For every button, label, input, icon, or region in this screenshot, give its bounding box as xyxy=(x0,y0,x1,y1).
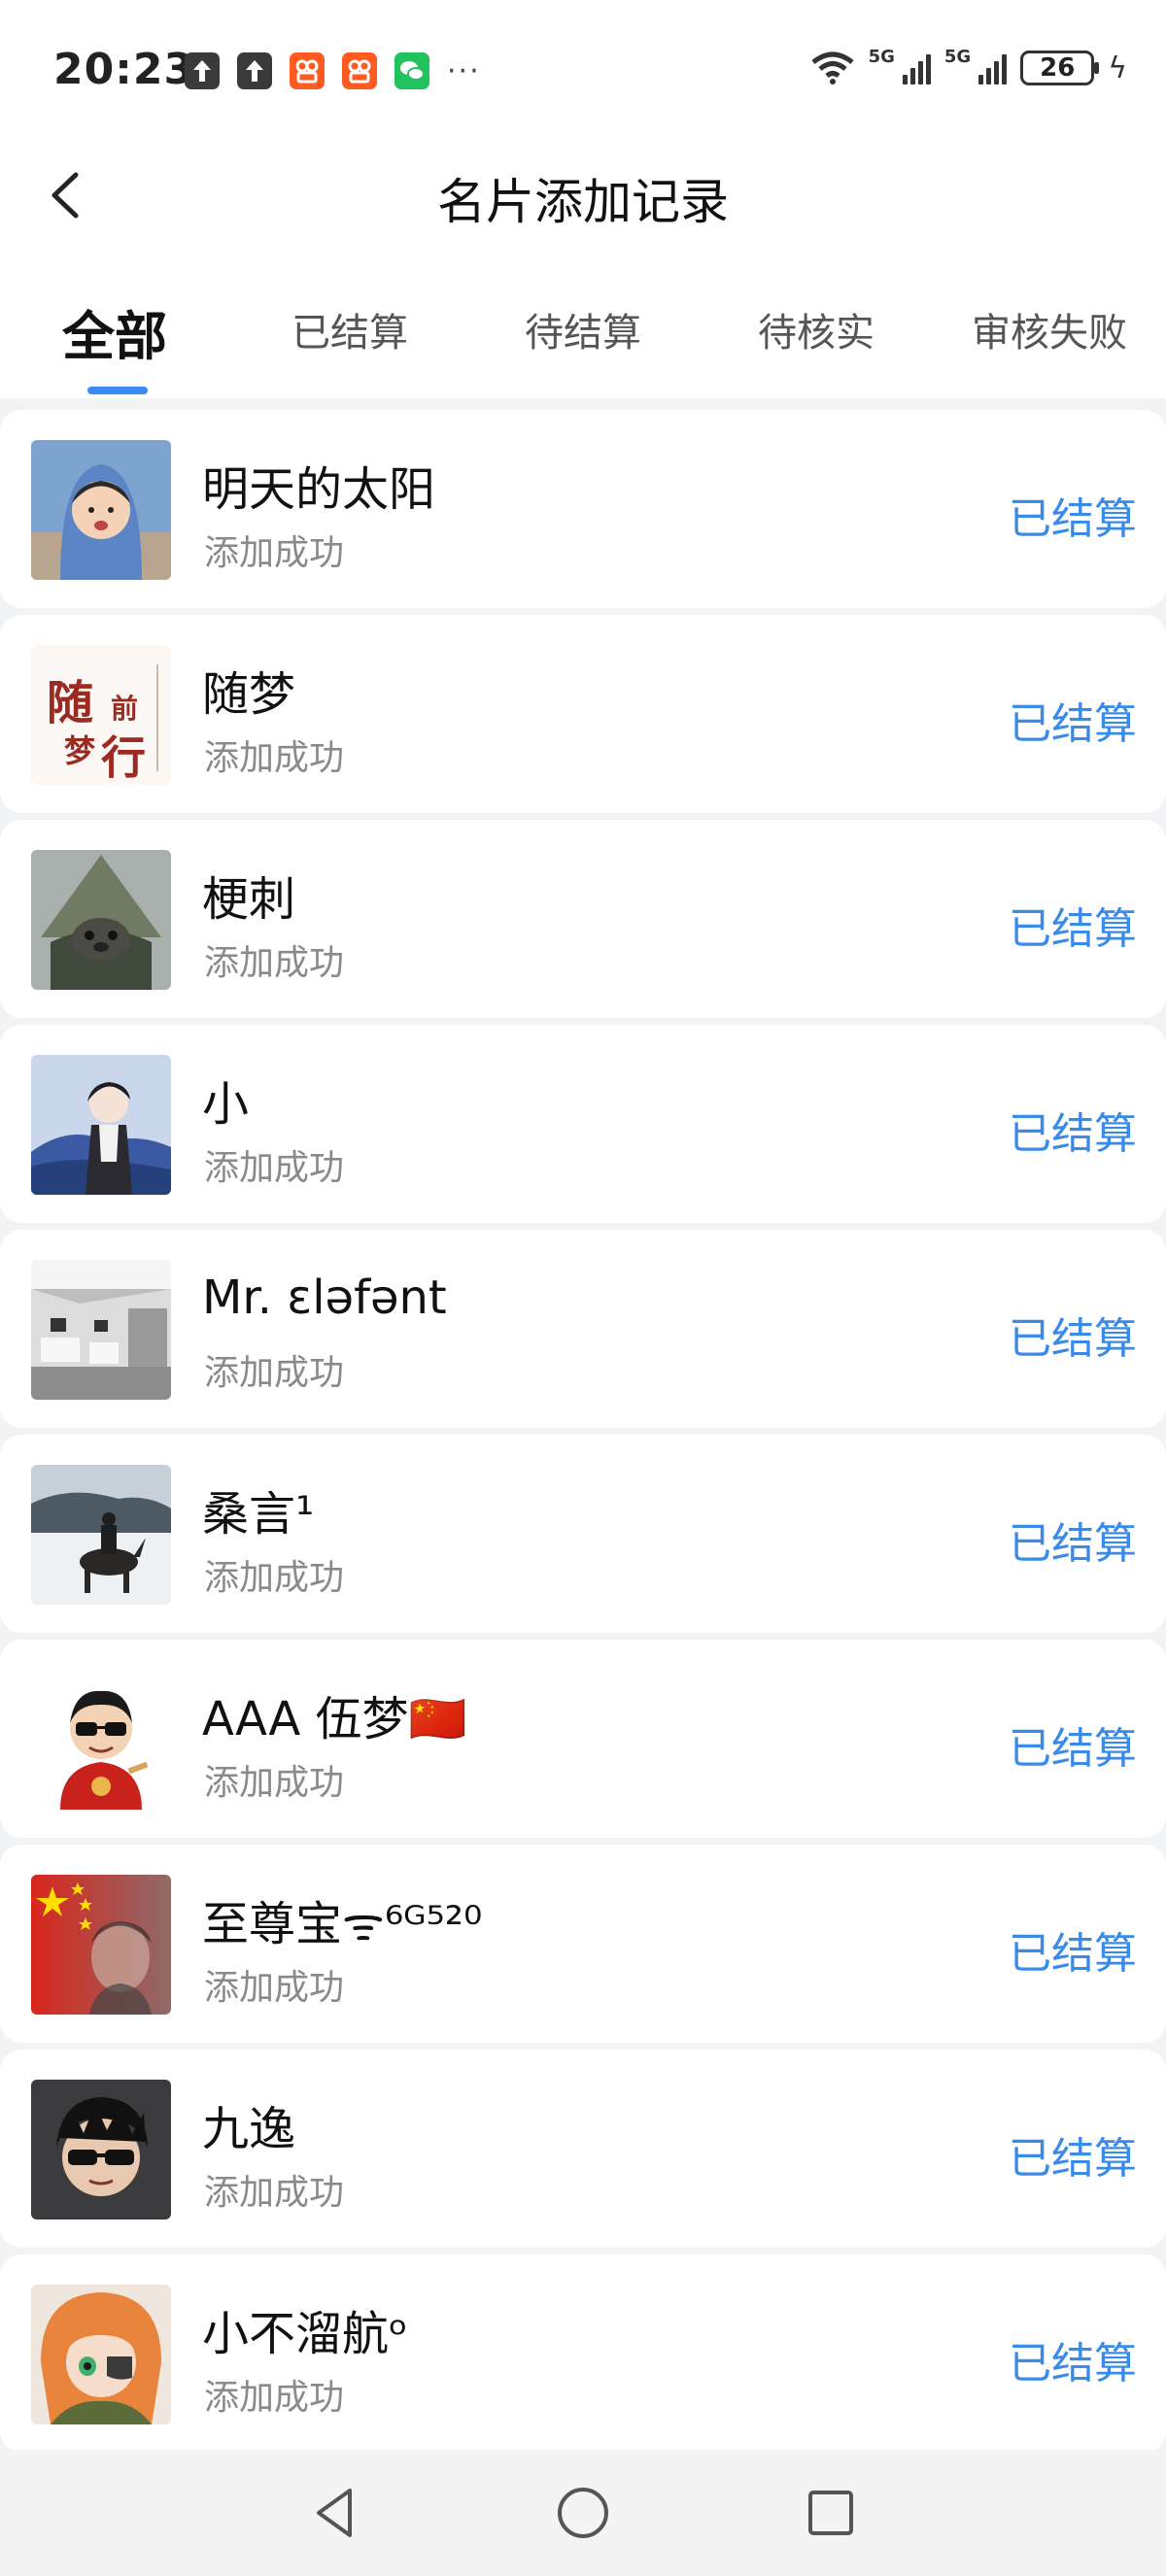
status-time: 20:23 xyxy=(53,45,195,94)
settlement-status: 已结算 xyxy=(1009,699,1137,749)
header: 名片添加记录 xyxy=(0,146,1166,243)
contact-name: 至尊宝ᯤ⁶ᴳ⁵²⁰ xyxy=(202,1897,483,1951)
avatar-calligraphy: 行 xyxy=(101,731,146,784)
tab-all[interactable]: 全部 xyxy=(62,293,167,370)
avatar xyxy=(31,1260,171,1400)
settlement-status: 已结算 xyxy=(1009,904,1137,954)
signal-icon xyxy=(902,51,931,85)
notification-icons: ··· xyxy=(185,52,481,89)
tab-pending-verification[interactable]: 待核实 xyxy=(758,301,874,357)
list-item[interactable]: 明天的太阳 添加成功 已结算 xyxy=(0,410,1166,608)
add-status: 添加成功 xyxy=(204,1558,345,1598)
add-status: 添加成功 xyxy=(204,943,345,983)
list-item[interactable]: 九逸 添加成功 已结算 xyxy=(0,2050,1166,2248)
more-notifications-icon: ··· xyxy=(447,53,481,88)
settlement-status: 已结算 xyxy=(1009,494,1137,544)
settlement-status: 已结算 xyxy=(1009,1724,1137,1774)
contact-name: Mr. ɛləfənt xyxy=(202,1271,447,1325)
add-status: 添加成功 xyxy=(204,1148,345,1188)
list-item[interactable]: 小不溜航ᵒ 添加成功 已结算 xyxy=(0,2254,1166,2453)
battery-icon: 26 xyxy=(1020,51,1100,85)
add-status: 添加成功 xyxy=(204,2378,345,2418)
contact-name: 随梦 xyxy=(202,667,296,722)
wechat-icon xyxy=(394,52,429,89)
add-status: 添加成功 xyxy=(204,1763,345,1803)
contact-name: AAA 伍梦🇨🇳 xyxy=(202,1692,467,1746)
avatar xyxy=(31,1670,171,1810)
contact-name: 桑言¹ xyxy=(202,1487,315,1542)
list-item[interactable]: 桑言¹ 添加成功 已结算 xyxy=(0,1435,1166,1633)
list-item[interactable]: 至尊宝ᯤ⁶ᴳ⁵²⁰ 添加成功 已结算 xyxy=(0,1845,1166,2043)
active-tab-indicator xyxy=(87,387,148,394)
settlement-status: 已结算 xyxy=(1009,1929,1137,1979)
settlement-status: 已结算 xyxy=(1009,2134,1137,2184)
nav-recents-button[interactable] xyxy=(797,2479,865,2547)
avatar xyxy=(31,1465,171,1605)
avatar xyxy=(31,2285,171,2424)
settlement-status: 已结算 xyxy=(1009,2339,1137,2389)
list-item[interactable]: Mr. ɛləfənt 添加成功 已结算 xyxy=(0,1230,1166,1428)
avatar xyxy=(31,1875,171,2015)
system-icons: 5G 5G 26 ϟ xyxy=(810,47,1127,85)
list-item[interactable]: 梗刺 添加成功 已结算 xyxy=(0,820,1166,1018)
list-item[interactable]: 小 添加成功 已结算 xyxy=(0,1025,1166,1223)
contact-name: 小 xyxy=(202,1077,250,1132)
settlement-status: 已结算 xyxy=(1009,1109,1137,1159)
network-type-label: 5G xyxy=(868,46,895,67)
add-status: 添加成功 xyxy=(204,1968,345,2008)
upload-icon xyxy=(185,52,220,89)
list-item[interactable]: AAA 伍梦🇨🇳 添加成功 已结算 xyxy=(0,1640,1166,1838)
add-status: 添加成功 xyxy=(204,533,345,573)
status-bar: 20:23 ··· 5G 5G 26 ϟ xyxy=(0,0,1166,146)
contact-name: 明天的太阳 xyxy=(202,462,436,517)
list-item[interactable]: 随 前 梦 行 随梦 添加成功 已结算 xyxy=(0,615,1166,813)
wifi-icon xyxy=(811,51,854,85)
add-status: 添加成功 xyxy=(204,2173,345,2213)
system-nav-bar xyxy=(0,2450,1166,2576)
avatar xyxy=(31,2080,171,2220)
add-status: 添加成功 xyxy=(204,738,345,778)
kuaishou-icon xyxy=(342,52,377,89)
filter-tabs: 全部 已结算 待结算 待核实 审核失败 xyxy=(0,243,1166,398)
contact-name: 小不溜航ᵒ xyxy=(202,2307,408,2361)
page-title: 名片添加记录 xyxy=(437,174,729,230)
avatar-calligraphy: 梦 xyxy=(64,732,96,769)
recents-square-icon xyxy=(808,2491,853,2535)
network-type-label: 5G xyxy=(943,46,972,67)
back-triangle-icon xyxy=(317,2489,352,2537)
add-status: 添加成功 xyxy=(204,1353,345,1393)
tab-settled[interactable]: 已结算 xyxy=(292,301,408,357)
charging-icon: ϟ xyxy=(1108,51,1127,85)
avatar-calligraphy: 随 xyxy=(47,676,94,730)
contact-name: 九逸 xyxy=(202,2102,296,2156)
upload-icon xyxy=(237,52,272,89)
settlement-status: 已结算 xyxy=(1009,1314,1137,1364)
settlement-status: 已结算 xyxy=(1009,1519,1137,1569)
avatar xyxy=(31,440,171,580)
kuaishou-icon xyxy=(290,52,325,89)
avatar-calligraphy: 前 xyxy=(111,693,139,725)
avatar xyxy=(31,1055,171,1195)
home-circle-icon xyxy=(558,2488,608,2538)
contact-name: 梗刺 xyxy=(202,872,296,927)
avatar: 随 前 梦 行 xyxy=(31,645,171,785)
nav-back-button[interactable] xyxy=(301,2479,369,2547)
avatar xyxy=(31,850,171,990)
nav-home-button[interactable] xyxy=(549,2479,617,2547)
tab-review-failed[interactable]: 审核失败 xyxy=(972,301,1127,357)
tab-pending-settlement[interactable]: 待结算 xyxy=(525,301,641,357)
signal-icon xyxy=(978,51,1008,85)
